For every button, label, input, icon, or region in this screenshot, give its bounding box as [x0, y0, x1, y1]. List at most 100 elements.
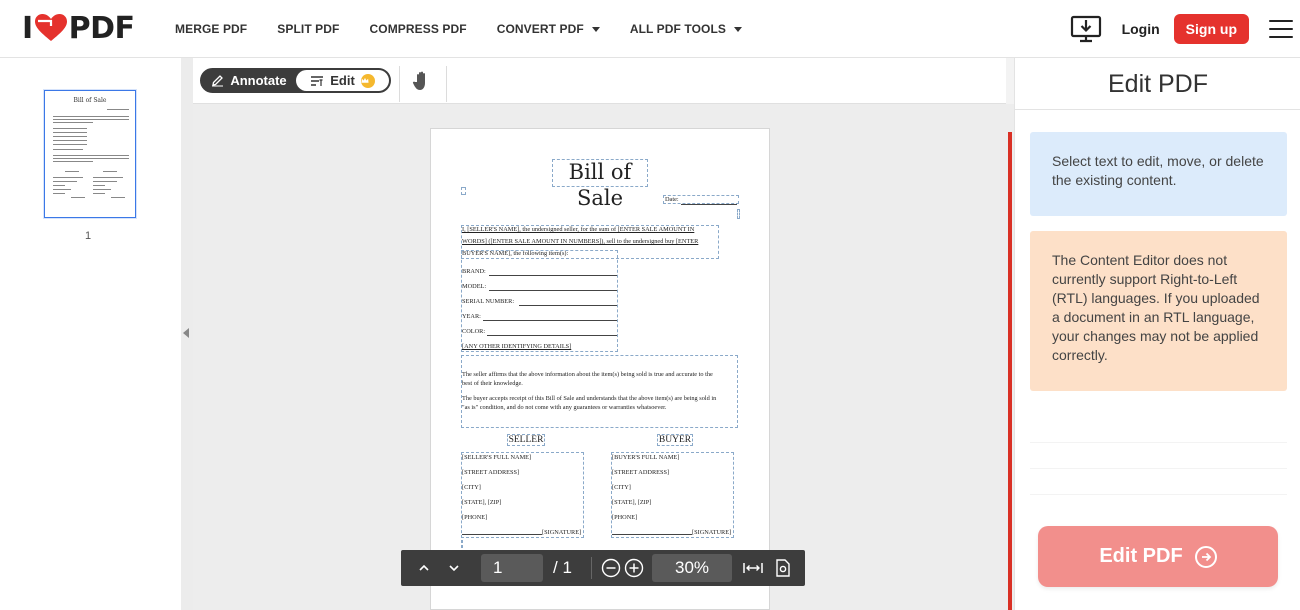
- buyer-line[interactable]: [CITY]: [612, 484, 631, 492]
- other-details[interactable]: [ANY OTHER IDENTIFYING DETAILS]: [462, 343, 571, 351]
- text-block-outline[interactable]: [461, 452, 584, 538]
- field-serial[interactable]: SERIAL NUMBER:: [462, 298, 514, 306]
- buyer-line[interactable]: [STATE], [ZIP]: [612, 499, 651, 507]
- main-nav: MERGE PDF SPLIT PDF COMPRESS PDF CONVERT…: [175, 0, 772, 58]
- zoom-out-button[interactable]: [600, 550, 622, 586]
- nav-compress-pdf[interactable]: COMPRESS PDF: [370, 22, 467, 36]
- seller-line[interactable]: [CITY]: [462, 484, 481, 492]
- affirm-line-1[interactable]: The seller affirms that the above inform…: [462, 371, 713, 379]
- nav-convert-pdf[interactable]: CONVERT PDF: [497, 22, 600, 36]
- edit-pdf-button[interactable]: Edit PDF: [1038, 526, 1278, 587]
- chevron-down-icon: [449, 565, 459, 572]
- annotate-label: Annotate: [230, 73, 287, 88]
- text-block-outline[interactable]: [461, 355, 738, 428]
- text-block-outline[interactable]: [737, 209, 740, 219]
- intro-line-1[interactable]: I, [SELLER'S NAME], the undersigned sell…: [462, 226, 694, 234]
- thumb-line: [71, 197, 85, 198]
- toolbar-separator: [399, 66, 400, 102]
- edit-pdf-panel: Edit PDF Select text to edit, move, or d…: [1014, 58, 1300, 610]
- field-color[interactable]: COLOR:: [462, 328, 485, 336]
- document-title[interactable]: Bill of Sale: [552, 159, 648, 210]
- collapse-sidebar-icon[interactable]: [183, 328, 189, 338]
- thumb-line: [103, 171, 117, 172]
- thumb-line: [93, 189, 111, 190]
- nav-merge-pdf[interactable]: MERGE PDF: [175, 22, 247, 36]
- buyer-signature[interactable]: [SIGNATURE]: [692, 529, 731, 537]
- signup-button[interactable]: Sign up: [1173, 14, 1249, 44]
- zoom-in-button[interactable]: [622, 550, 646, 586]
- fit-width-button[interactable]: [738, 550, 768, 586]
- seller-signature[interactable]: [SIGNATURE]: [542, 529, 581, 537]
- thumb-line: [93, 181, 117, 182]
- thumbnail-page-number: 1: [85, 230, 92, 242]
- field-line: [487, 335, 617, 336]
- seller-heading[interactable]: SELLER: [507, 435, 545, 445]
- buyer-line[interactable]: [PHONE]: [612, 514, 637, 522]
- field-year[interactable]: YEAR:: [462, 313, 481, 321]
- accept-line-1[interactable]: The buyer accepts receipt of this Bill o…: [462, 395, 716, 403]
- text-block-outline[interactable]: [461, 540, 463, 548]
- login-link[interactable]: Login: [1122, 21, 1160, 37]
- edit-pdf-button-label: Edit PDF: [1099, 545, 1183, 567]
- seller-line[interactable]: [STATE], [ZIP]: [462, 499, 501, 507]
- seller-line[interactable]: [SELLER'S FULL NAME]: [462, 454, 531, 462]
- thumb-line: [93, 185, 105, 186]
- toolbar-separator: [446, 66, 447, 102]
- logo-prefix: I: [22, 10, 33, 46]
- seller-line[interactable]: [STREET ADDRESS]: [462, 469, 519, 477]
- nav-label: ALL PDF TOOLS: [629, 22, 727, 36]
- nav-label: COMPRESS PDF: [369, 22, 467, 36]
- scroll-indicator[interactable]: [1008, 132, 1012, 610]
- edit-mode-button[interactable]: Edit: [296, 70, 389, 91]
- page-thumbnails-panel: Bill of Sale 1: [0, 58, 181, 610]
- nav-all-pdf-tools[interactable]: ALL PDF TOOLS: [629, 22, 743, 36]
- total-pages: / 1: [553, 558, 572, 577]
- buyer-line[interactable]: [STREET ADDRESS]: [612, 469, 669, 477]
- edit-instructions-note: Select text to edit, move, or delete the…: [1030, 132, 1287, 216]
- panel-divider: [1030, 442, 1287, 443]
- panel-divider: [1030, 494, 1287, 495]
- thumb-line: [53, 119, 129, 120]
- previous-page-button[interactable]: [409, 550, 439, 586]
- buyer-line[interactable]: [BUYER'S FULL NAME]: [612, 454, 679, 462]
- annotate-mode-button[interactable]: Annotate: [202, 70, 296, 91]
- zoom-out-icon: [601, 558, 621, 578]
- text-block-outline[interactable]: [611, 452, 734, 538]
- field-line: [489, 290, 617, 291]
- desktop-download-icon[interactable]: [1070, 13, 1102, 45]
- top-navigation-bar: I PDF MERGE PDF SPLIT PDF COMPRESS PDF C…: [0, 0, 1300, 58]
- page-navigation-bar: 1 / 1 30%: [401, 550, 805, 586]
- text-block-outline[interactable]: [461, 187, 466, 195]
- next-page-button[interactable]: [439, 550, 469, 586]
- signature-line: [612, 534, 692, 535]
- thumb-line: [53, 189, 71, 190]
- hand-pan-icon[interactable]: [411, 70, 433, 92]
- thumbnail-title: Bill of Sale: [73, 97, 107, 104]
- thumb-line: [53, 122, 93, 123]
- ilovepdf-logo[interactable]: I PDF: [22, 10, 135, 46]
- thumb-line: [107, 109, 129, 110]
- seller-line[interactable]: [PHONE]: [462, 514, 487, 522]
- nav-split-pdf[interactable]: SPLIT PDF: [277, 22, 339, 36]
- chevron-down-icon: [734, 26, 743, 32]
- field-line: [519, 305, 617, 306]
- hamburger-menu-icon[interactable]: [1269, 20, 1293, 38]
- date-label[interactable]: Date:: [665, 196, 679, 204]
- thumb-line: [53, 144, 87, 145]
- mode-toggle: Annotate Edit: [200, 68, 391, 93]
- page-settings-button[interactable]: [768, 550, 798, 586]
- pdf-page[interactable]: Bill of Sale Date: I, [SELLER'S NAME], t…: [430, 128, 770, 610]
- zoom-level-input[interactable]: 30%: [652, 554, 732, 582]
- intro-line-2[interactable]: WORDS] ([ENTER SALE AMOUNT IN NUMBERS]),…: [462, 238, 698, 246]
- accept-line-2[interactable]: "as is" condition, and do not come with …: [462, 404, 667, 412]
- affirm-line-2[interactable]: best of their knowledge.: [462, 380, 523, 388]
- page-number-input[interactable]: 1: [481, 554, 543, 582]
- thumb-line: [53, 136, 87, 137]
- logo-suffix: PDF: [68, 10, 135, 46]
- buyer-heading[interactable]: BUYER: [657, 435, 693, 445]
- account-nav: Login Sign up: [1070, 0, 1300, 58]
- thumb-line: [53, 155, 129, 156]
- page-thumbnail[interactable]: Bill of Sale: [44, 90, 136, 218]
- field-brand[interactable]: BRAND:: [462, 268, 486, 276]
- field-model[interactable]: MODEL:: [462, 283, 486, 291]
